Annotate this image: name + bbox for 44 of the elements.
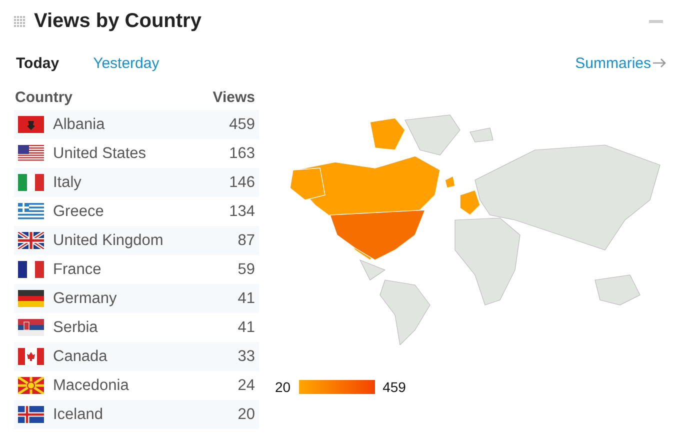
views-count: 33	[238, 348, 255, 366]
flag-icon	[18, 406, 44, 423]
country-name: France	[53, 260, 102, 278]
views-count: 459	[229, 116, 255, 134]
views-count: 41	[238, 290, 255, 308]
country-name: Macedonia	[53, 376, 130, 394]
panel-title: Views by Country	[34, 10, 202, 32]
flag-icon	[18, 290, 44, 307]
views-count: 20	[238, 406, 255, 424]
column-header: Country	[15, 88, 72, 106]
views-count: 146	[229, 174, 255, 192]
column-header: Views	[212, 88, 255, 106]
country-name: Serbia	[53, 318, 99, 336]
drag-handle-icon[interactable]	[14, 16, 25, 26]
arrow-icon	[653, 58, 667, 68]
flag-icon	[18, 145, 44, 162]
country-name: Germany	[53, 290, 118, 308]
country-name: Greece	[53, 202, 105, 220]
flag-icon	[18, 261, 44, 278]
flag-icon	[18, 203, 44, 220]
flag-icon	[18, 348, 44, 365]
country-name: United Kingdom	[53, 232, 164, 250]
flag-icon	[18, 377, 44, 394]
views-count: 41	[238, 318, 255, 336]
country-name: Canada	[53, 348, 108, 366]
country-name: United States	[53, 144, 148, 162]
flag-icon	[18, 174, 44, 191]
summaries-link[interactable]: Summaries	[575, 54, 651, 72]
legend-max: 459	[382, 379, 406, 395]
flag-icon	[18, 116, 44, 133]
legend-min: 20	[275, 379, 291, 395]
views-count: 163	[229, 144, 255, 162]
flag-icon	[18, 319, 44, 336]
minimize-button[interactable]	[649, 20, 663, 22]
views-count: 87	[238, 232, 255, 250]
views-count: 59	[238, 260, 255, 278]
country-name: Iceland	[53, 406, 104, 424]
country-name: Italy	[53, 174, 82, 192]
tab[interactable]: Today	[14, 54, 62, 72]
views-count: 24	[238, 376, 255, 394]
tab[interactable]: Yesterday	[91, 54, 162, 72]
views-count: 134	[229, 202, 255, 220]
flag-icon	[18, 232, 44, 249]
country-name: Albania	[53, 116, 106, 134]
